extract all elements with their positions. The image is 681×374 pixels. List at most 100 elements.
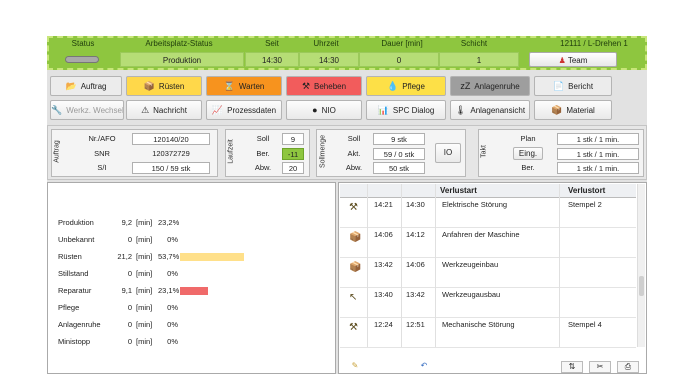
- stat-row: Anlagenruhe 0 [min] 0%: [58, 319, 318, 331]
- time-label: Uhrzeit: [313, 39, 339, 48]
- stat-label: Produktion: [58, 218, 94, 227]
- stat-row: Pflege 0 [min] 0%: [58, 302, 318, 314]
- action-icon: 🔧: [51, 105, 63, 115]
- stat-label: Ministopp: [58, 337, 91, 346]
- action-button-3-row2[interactable]: ● NIO: [286, 100, 362, 120]
- team-label: Team: [567, 56, 588, 65]
- action-icon: 📂: [65, 81, 77, 91]
- stat-percent: 0%: [167, 337, 178, 346]
- action-label: Material: [566, 106, 595, 115]
- order-title: Auftrag: [53, 140, 61, 163]
- stat-percent: 23,1%: [158, 286, 180, 295]
- action-icon: ⚒: [301, 81, 311, 91]
- action-button-6-row2[interactable]: 📦 Material: [534, 100, 612, 120]
- stat-percent: 0%: [167, 269, 178, 278]
- loss-location-header: Verlustort: [568, 186, 606, 195]
- action-button-4-row1[interactable]: 💧 Pflege: [366, 76, 446, 96]
- action-button-1-row1[interactable]: 📦 Rüsten: [126, 76, 202, 96]
- io-button[interactable]: IO: [435, 143, 461, 163]
- status-label: Status: [71, 39, 95, 48]
- attach-icon[interactable]: ✂: [589, 361, 611, 373]
- runtime-dev-label: Abw.: [254, 163, 272, 172]
- stat-percent: 53,7%: [158, 252, 180, 261]
- since-label: Seit: [265, 39, 279, 48]
- action-label: Beheben: [314, 82, 347, 91]
- action-button-3-row1[interactable]: ⚒ Beheben: [286, 76, 362, 96]
- qty-dev-value: 50 stk: [373, 162, 425, 174]
- action-button-0-row1[interactable]: 📂 Auftrag: [50, 76, 122, 96]
- loss-row[interactable]: 📦 14:06 14:12 Anfahren der Maschine: [340, 228, 636, 258]
- action-button-5-row2[interactable]: 🌡 Anlagenansicht: [450, 100, 530, 120]
- loss-end: 14:30: [406, 200, 425, 209]
- stat-value: 0: [127, 235, 132, 244]
- stat-unit: [min]: [136, 320, 153, 329]
- loss-start: 14:06: [374, 230, 393, 239]
- loss-cause: Werkzeugeinbau: [442, 260, 499, 269]
- action-icon: 📈: [211, 105, 224, 115]
- loss-row[interactable]: ⚒ 12:24 12:51 Mechanische Störung Stempel 4: [340, 318, 636, 348]
- action-button-2-row2[interactable]: 📈 Prozessdaten: [206, 100, 282, 120]
- stat-row: Stillstand 0 [min] 0%: [58, 268, 318, 280]
- loss-row[interactable]: ⚒ 14:21 14:30 Elektrische Störung Stempel 2: [340, 198, 636, 228]
- target-actual-label: S/I: [97, 163, 107, 172]
- undo-icon[interactable]: ↶: [413, 361, 435, 373]
- loss-start: 13:40: [374, 290, 393, 299]
- stat-percent: 0%: [167, 320, 178, 329]
- action-button-4-row2[interactable]: 📊 SPC Dialog: [366, 100, 446, 120]
- stat-row: Rüsten 21,2 [min] 53,7%: [58, 251, 318, 263]
- order-number-label: Nr./AFO: [88, 134, 116, 143]
- stat-value: 0: [127, 337, 132, 346]
- action-icon: 🌡: [454, 105, 467, 115]
- action-button-2-row1[interactable]: ⌛ Warten: [206, 76, 282, 96]
- action-button-1-row2[interactable]: ⚠ Nachricht: [126, 100, 202, 120]
- cycle-panel: Takt Plan 1 stk / 1 min. Eing. 1 stk / 1…: [478, 129, 644, 177]
- stat-label: Reparatur: [58, 286, 92, 295]
- team-button[interactable]: ♟ Team: [529, 52, 617, 67]
- split-icon[interactable]: ⇅: [561, 361, 583, 373]
- loss-table-scrollbar[interactable]: [637, 184, 645, 347]
- print-icon[interactable]: ⎙: [617, 361, 639, 373]
- action-icon: 📊: [377, 105, 389, 115]
- cycle-plan-label: Plan: [520, 134, 536, 143]
- action-label: NIO: [321, 106, 336, 115]
- shift-label: Schicht: [460, 39, 488, 48]
- action-label: Anlagenansicht: [470, 106, 526, 115]
- cycle-input-button[interactable]: Eing.: [513, 147, 543, 160]
- action-label: Pflege: [402, 82, 425, 91]
- loss-location: Stempel 2: [568, 200, 602, 209]
- stat-bar: [180, 253, 244, 261]
- loss-row[interactable]: 📦 13:42 14:06 Werkzeugeinbau: [340, 258, 636, 288]
- snr-value: 120372729: [152, 149, 190, 158]
- action-label: Auftrag: [80, 82, 107, 91]
- action-label: Bericht: [568, 82, 594, 91]
- action-icon: zZ: [460, 81, 471, 91]
- loss-type-icon: 📦: [349, 262, 362, 273]
- scrollbar-thumb[interactable]: [639, 276, 644, 296]
- time-value: 14:30: [299, 52, 359, 67]
- cycle-title: Takt: [480, 145, 488, 158]
- loss-type-icon: 📦: [349, 232, 362, 243]
- loss-end: 13:42: [406, 290, 425, 299]
- stat-value: 0: [127, 303, 132, 312]
- loss-start: 12:24: [374, 320, 393, 329]
- action-button-0-row2[interactable]: 🔧 Werkz. Wechsel: [50, 100, 124, 120]
- loss-row[interactable]: ↖ 13:40 13:42 Werkzeugausbau: [340, 288, 636, 318]
- stat-unit: [min]: [136, 235, 153, 244]
- target-actual-value: 150 / 59 stk: [132, 162, 210, 174]
- stat-value: 0: [127, 269, 132, 278]
- stat-row: Reparatur 9,1 [min] 23,1%: [58, 285, 318, 297]
- loss-end: 14:06: [406, 260, 425, 269]
- team-icon: ♟: [558, 56, 566, 65]
- action-icon: 📦: [551, 105, 563, 115]
- loss-cause: Mechanische Störung: [442, 320, 515, 329]
- action-icon: 💧: [387, 81, 399, 91]
- loss-table-header: Verlustart Verlustort: [340, 184, 636, 198]
- loss-cause: Elektrische Störung: [442, 200, 508, 209]
- snr-label: SNR: [94, 149, 110, 158]
- runtime-target-value: 9: [282, 133, 304, 145]
- action-button-6-row1[interactable]: 📄 Bericht: [534, 76, 612, 96]
- edit-icon[interactable]: ✎: [345, 361, 365, 373]
- stat-percent: 0%: [167, 235, 178, 244]
- action-button-5-row1[interactable]: zZ Anlagenruhe: [450, 76, 530, 96]
- grid-line: [367, 184, 368, 347]
